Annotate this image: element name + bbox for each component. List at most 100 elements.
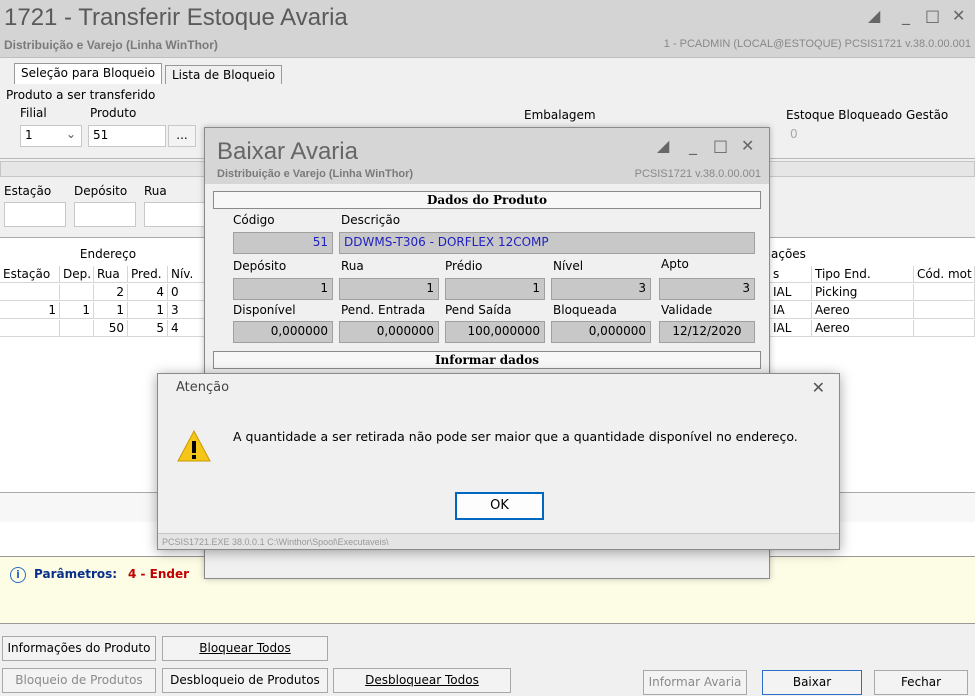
minimize-icon[interactable]: _	[902, 6, 910, 25]
ok-button[interactable]: OK	[455, 492, 544, 520]
tab-strip: Seleção para Bloqueio Lista de Bloqueio	[0, 58, 975, 85]
table-cell[interactable]: IAL	[770, 284, 812, 301]
predio-field: 1	[445, 278, 545, 300]
informacoes-produto-button[interactable]: Informações do Produto	[2, 636, 156, 661]
produto-input[interactable]: 51	[88, 125, 166, 147]
validade-field: 12/12/2020	[659, 321, 755, 343]
descricao-label: Descrição	[341, 213, 401, 227]
section-dados-produto: Dados do Produto	[213, 191, 761, 209]
table-cell[interactable]	[914, 284, 975, 301]
table-cell[interactable]: IA	[770, 302, 812, 319]
table-cell[interactable]: Aereo	[812, 302, 914, 319]
nivel-field: 3	[551, 278, 651, 300]
desbloqueio-produtos-button[interactable]: Desbloqueio de Produtos	[162, 668, 328, 693]
info-icon: i	[10, 567, 26, 583]
informar-avaria-button[interactable]: Informar Avaria	[643, 670, 747, 695]
table-row[interactable]	[0, 320, 60, 337]
nivel-label: Nível	[553, 259, 584, 273]
table-cell[interactable]	[914, 320, 975, 337]
table-cell[interactable]: 5	[128, 320, 168, 337]
estacao-label: Estação	[4, 184, 52, 198]
pend-saida-label: Pend Saída	[445, 303, 512, 317]
col-pred[interactable]: Pred.	[128, 266, 168, 283]
pend-saida-field: 100,000000	[445, 321, 545, 343]
rua-input[interactable]	[144, 202, 206, 227]
col-cod-mot[interactable]: Cód. mot	[914, 266, 975, 283]
col-tipo-end[interactable]: Tipo End.	[812, 266, 914, 283]
alert-title: Atenção	[176, 380, 230, 395]
warning-icon	[177, 429, 211, 462]
dialog-subtitle: Distribuição e Varejo (Linha WinThor)	[217, 168, 414, 180]
baixar-button[interactable]: Baixar	[762, 670, 862, 695]
col-rua[interactable]: Rua	[94, 266, 128, 283]
restore-icon[interactable]: ◢	[868, 6, 880, 25]
section-informar-dados: Informar dados	[213, 351, 761, 369]
window-title-bar: 1721 - Transferir Estoque Avaria Distrib…	[0, 0, 975, 58]
table-cell[interactable]: IAL	[770, 320, 812, 337]
estoque-label: Estoque Bloqueado Gestão	[786, 108, 949, 122]
disponivel-label: Disponível	[233, 303, 296, 317]
table-cell[interactable]: 0	[168, 284, 208, 301]
table-cell[interactable]: 50	[94, 320, 128, 337]
col-niv[interactable]: Nív.	[168, 266, 208, 283]
col-s[interactable]: s	[770, 266, 812, 283]
produto-search-button[interactable]: ...	[168, 125, 196, 147]
codigo-label: Código	[233, 213, 275, 227]
table-row[interactable]	[0, 284, 60, 301]
table-cell[interactable]: 1	[60, 302, 94, 319]
apto-label: Apto	[661, 257, 689, 271]
predio-label: Prédio	[445, 259, 483, 273]
table-cell[interactable]: 4	[168, 320, 208, 337]
embalagem-label: Embalagem	[524, 108, 596, 122]
dialog-title: Baixar Avaria	[217, 138, 358, 165]
produto-group-label: Produto a ser transferido	[6, 88, 156, 102]
table-cell[interactable]	[60, 284, 94, 301]
deposito-input[interactable]	[74, 202, 136, 227]
close-icon[interactable]: ✕	[741, 136, 754, 155]
alert-footer: PCSIS1721.EXE 38.0.0.1 C:\Winthor\Spool\…	[158, 533, 839, 549]
deposito-label: Depósito	[233, 259, 287, 273]
filial-label: Filial	[20, 106, 47, 120]
table-cell[interactable]: 4	[128, 284, 168, 301]
minimize-icon[interactable]: _	[689, 136, 697, 155]
pend-entrada-label: Pend. Entrada	[341, 303, 426, 317]
pend-entrada-field: 0,000000	[339, 321, 439, 343]
bloqueio-produtos-button[interactable]: Bloqueio de Produtos	[2, 668, 156, 693]
table-cell[interactable]: Aereo	[812, 320, 914, 337]
deposito-field: 1	[233, 278, 333, 300]
table-cell[interactable]: 1	[94, 302, 128, 319]
session-info: 1 - PCADMIN (LOCAL@ESTOQUE) PCSIS1721 v.…	[663, 38, 971, 50]
dialog-version: PCSIS1721 v.38.0.00.001	[634, 168, 761, 180]
table-cell[interactable]: 1	[128, 302, 168, 319]
table-cell[interactable]	[914, 302, 975, 319]
estoque-bloqueado-field: 0	[786, 125, 970, 147]
window-subtitle: Distribuição e Varejo (Linha WinThor)	[4, 38, 218, 52]
tab-selecao-bloqueio[interactable]: Seleção para Bloqueio	[14, 63, 163, 85]
desbloquear-todos-button[interactable]: Desbloquear Todos	[333, 668, 511, 693]
table-cell[interactable]: 2	[94, 284, 128, 301]
codigo-field: 51	[233, 232, 333, 254]
params-label: Parâmetros:	[34, 567, 118, 581]
filial-select[interactable]: 1 ⌄	[20, 125, 82, 147]
fechar-button[interactable]: Fechar	[874, 670, 968, 695]
close-icon[interactable]: ✕	[812, 378, 825, 397]
maximize-icon[interactable]: □	[925, 6, 940, 25]
dialog-title-bar: Baixar Avaria Distribuição e Varejo (Lin…	[205, 128, 769, 184]
maximize-icon[interactable]: □	[713, 136, 728, 155]
close-icon[interactable]: ✕	[952, 6, 965, 25]
bloqueada-field: 0,000000	[551, 321, 651, 343]
acoes-header: ações	[771, 247, 806, 261]
tab-lista-bloqueio[interactable]: Lista de Bloqueio	[165, 65, 283, 85]
table-cell[interactable]: 3	[168, 302, 208, 319]
restore-icon[interactable]: ◢	[657, 136, 669, 155]
table-cell[interactable]: Picking	[812, 284, 914, 301]
col-estacao[interactable]: Estação	[0, 266, 60, 283]
table-row[interactable]: 1	[0, 302, 60, 319]
bloquear-todos-button[interactable]: Bloquear Todos	[162, 636, 328, 661]
col-dep[interactable]: Dep.	[60, 266, 94, 283]
descricao-field: DDWMS-T306 - DORFLEX 12COMP	[339, 232, 755, 254]
table-cell[interactable]	[60, 320, 94, 337]
endereco-header: Endereço	[79, 247, 137, 261]
rua-label: Rua	[144, 184, 167, 198]
estacao-input[interactable]	[4, 202, 66, 227]
